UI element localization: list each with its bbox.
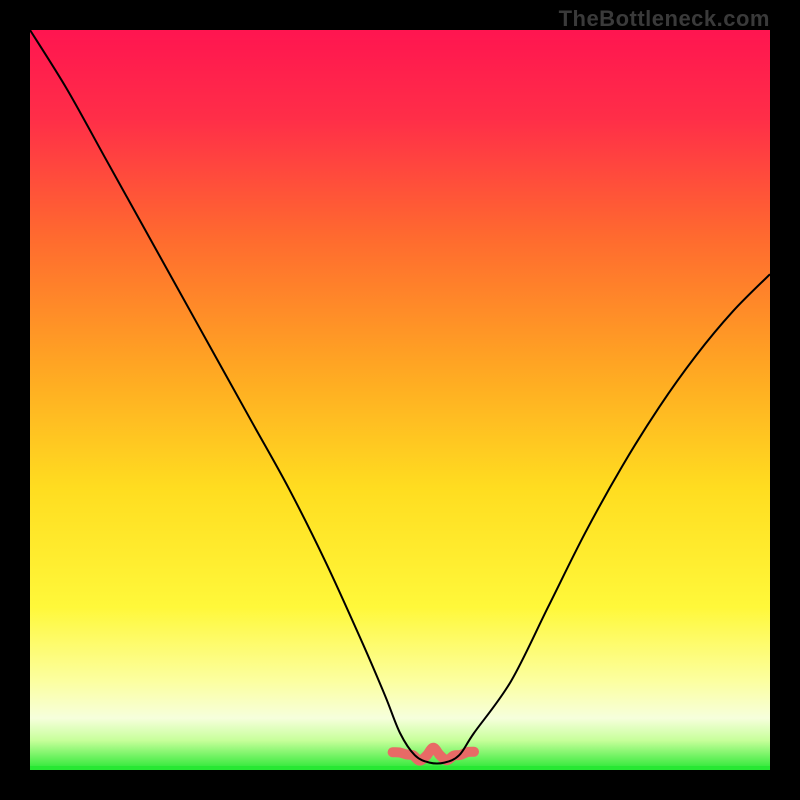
plot-svg xyxy=(30,30,770,770)
gradient-background xyxy=(30,30,770,770)
plot-area xyxy=(30,30,770,770)
chart-frame: TheBottleneck.com xyxy=(0,0,800,800)
watermark-text: TheBottleneck.com xyxy=(559,6,770,32)
